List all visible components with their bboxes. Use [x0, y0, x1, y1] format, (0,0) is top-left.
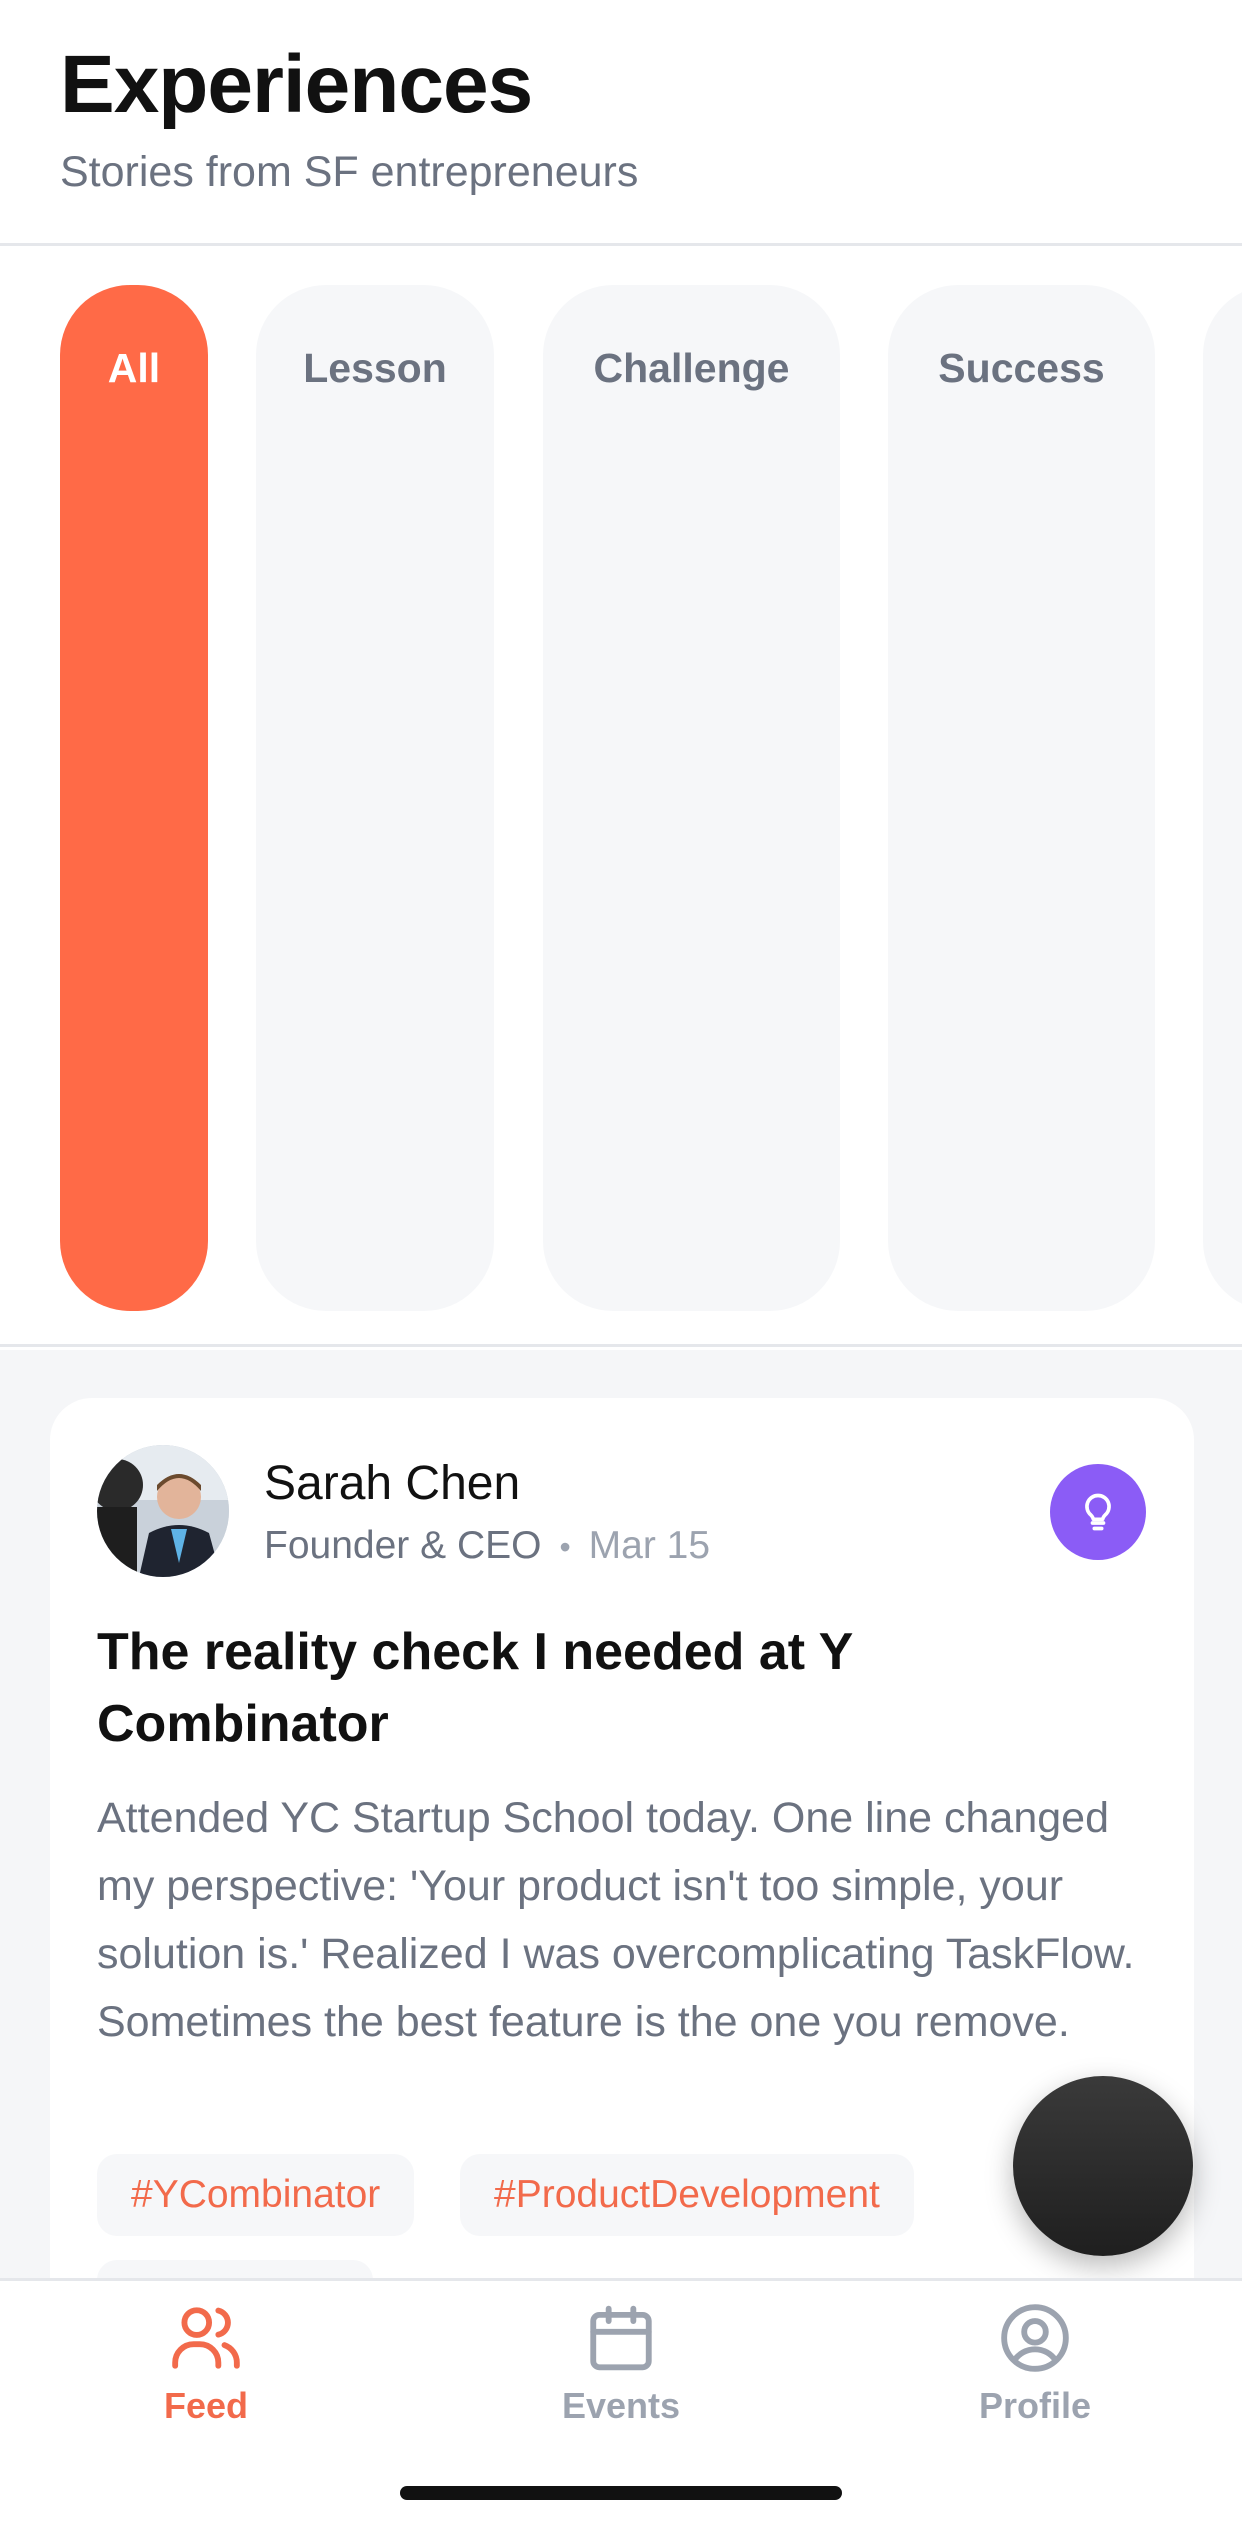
author-role: Founder & CEO: [264, 1524, 542, 1567]
filter-chip-more[interactable]: [1203, 285, 1242, 1311]
tab-profile[interactable]: Profile: [885, 2301, 1185, 2461]
meta-separator: •: [559, 1529, 571, 1565]
tag-chip[interactable]: #ProductDevelopment: [460, 2154, 914, 2236]
tab-events-label: Events: [561, 2385, 681, 2426]
page-subtitle: Stories from SF entrepreneurs: [60, 148, 639, 196]
filter-bar: All Lesson Challenge Success: [0, 249, 1242, 1347]
filter-chip-success[interactable]: Success: [888, 285, 1155, 1311]
filter-chip-challenge[interactable]: Challenge: [543, 285, 840, 1311]
page-title: Experiences: [60, 39, 533, 130]
post-date: Mar 15: [588, 1524, 711, 1567]
user-circle-icon: [1001, 2304, 1069, 2372]
home-indicator: [400, 2486, 842, 2500]
filter-chip-lesson[interactable]: Lesson: [256, 285, 494, 1311]
post-title[interactable]: The reality check I needed at Y Combinat…: [97, 1616, 1117, 1760]
tag-chip[interactable]: #YCombinator: [97, 2154, 415, 2236]
tab-profile-label: Profile: [978, 2385, 1092, 2426]
filter-chip-all[interactable]: All: [60, 285, 208, 1311]
lesson-type-badge: [1050, 1464, 1146, 1560]
tag-chip-more[interactable]: [97, 2260, 373, 2278]
tab-feed[interactable]: Feed: [56, 2301, 356, 2461]
avatar-photo: [97, 1445, 229, 1577]
post-meta: Founder & CEO • Mar 15: [264, 1524, 710, 1568]
tab-feed-label: Feed: [163, 2385, 249, 2426]
post-body: Attended YC Startup School today. One li…: [97, 1794, 1135, 2046]
calendar-icon: [590, 2305, 652, 2371]
people-icon: [172, 2307, 240, 2369]
lightbulb-icon: [1085, 1493, 1111, 1531]
compose-fab-button[interactable]: [1013, 2076, 1193, 2256]
tab-events[interactable]: Events: [471, 2301, 771, 2461]
header: Experiences Stories from SF entrepreneur…: [0, 0, 1242, 246]
experiences-screen: Experiences Stories from SF entrepreneur…: [0, 0, 1242, 2527]
author-name[interactable]: Sarah Chen: [264, 1456, 520, 1511]
author-avatar[interactable]: [97, 1445, 229, 1577]
